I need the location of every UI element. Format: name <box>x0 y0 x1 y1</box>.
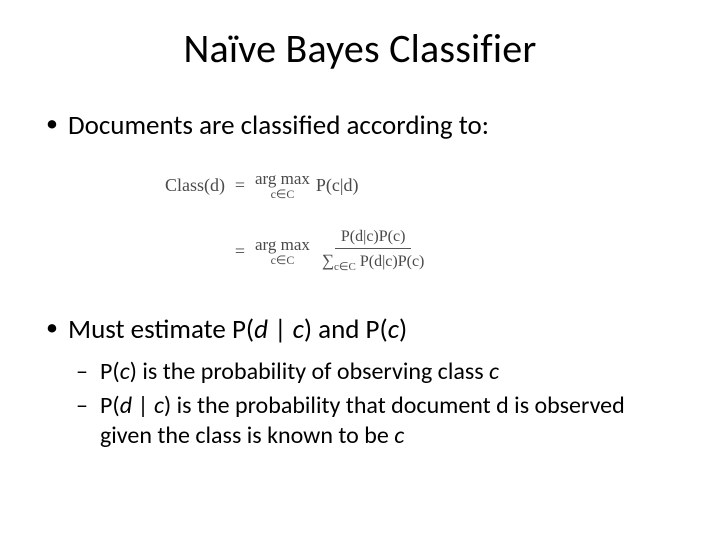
argmax-sub: c∈C <box>271 187 295 202</box>
b2-text-2: ) and P( <box>304 313 388 346</box>
slide: Naïve Bayes Classifier Documents are cla… <box>0 0 720 540</box>
b2-c1: c <box>293 313 304 346</box>
sub1-text-1: P( <box>100 357 120 386</box>
eq-argmax-2: arg max c∈C <box>255 234 310 268</box>
argmax-sub-2: c∈C <box>271 253 295 268</box>
sub-bullet-1: P(c) is the probability of observing cla… <box>40 357 680 387</box>
eq-lhs: Class(d) <box>150 174 225 197</box>
eq-numerator: P(d|c)P(c) <box>335 227 412 249</box>
slide-title: Naïve Bayes Classifier <box>40 24 680 73</box>
b2-d: d <box>254 313 268 346</box>
b2-bar: | <box>268 313 293 346</box>
eq-denominator: ∑c∈C P(d|c)P(c) <box>316 249 430 275</box>
eq-fraction: P(d|c)P(c) ∑c∈C P(d|c)P(c) <box>316 227 430 275</box>
eq-rhs-1: P(c|d) <box>316 174 359 197</box>
argmax-label-2: arg max <box>255 234 310 255</box>
eq-argmax-1: arg max c∈C <box>255 168 310 202</box>
sum-sub: c∈C <box>334 261 356 273</box>
bullet-1: Documents are classified according to: <box>40 109 680 143</box>
bullet-2: Must estimate P(d | c) and P(c) <box>40 313 680 347</box>
sub2-text-1: P( <box>100 391 120 420</box>
sub2-c2: c <box>394 421 404 450</box>
sub2-d: d <box>120 391 132 420</box>
sub2-c: c <box>154 391 164 420</box>
sub2-text-2: ) is the probability that document d is … <box>100 391 625 450</box>
sub1-text-2: ) is the probability of observing class <box>130 357 489 386</box>
equation-line-2: = arg max c∈C P(d|c)P(c) ∑c∈C P(d|c)P(c) <box>150 225 430 277</box>
body: Documents are classified according to: C… <box>40 109 680 451</box>
den-rest: P(d|c)P(c) <box>356 253 425 270</box>
eq-equals: = <box>225 174 255 197</box>
sub-bullet-2: P(d | c) is the probability that documen… <box>40 391 680 451</box>
sub1-c: c <box>120 357 130 386</box>
sum-symbol: ∑ <box>322 251 334 270</box>
b2-c2: c <box>388 313 399 346</box>
b2-text-3: ) <box>399 313 407 346</box>
b2-text-1: Must estimate P( <box>68 313 254 346</box>
argmax-label: arg max <box>255 168 310 189</box>
sub2-bar: | <box>132 391 154 420</box>
equation-line-1: Class(d) = arg max c∈C P(c|d) <box>150 159 430 211</box>
eq-equals-2: = <box>225 240 255 263</box>
equation-block: Class(d) = arg max c∈C P(c|d) = arg max … <box>40 153 680 313</box>
sub1-c2: c <box>489 357 499 386</box>
